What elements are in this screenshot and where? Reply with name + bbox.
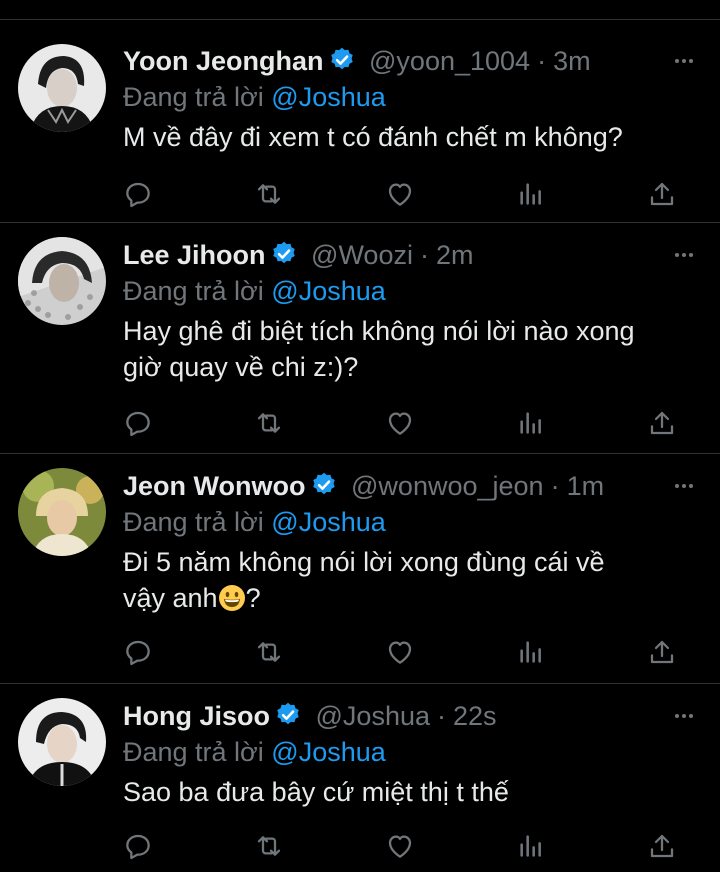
tweet[interactable]: Yoon Jeonghan @yoon_1004 · 3m Đang trả lời… (0, 20, 720, 222)
views-icon[interactable] (515, 830, 547, 862)
verified-badge-icon (328, 46, 356, 74)
replying-label: Đang trả lời (123, 82, 264, 112)
action-bar (0, 636, 720, 672)
avatar[interactable] (18, 44, 106, 132)
separator-dot: · (537, 46, 547, 76)
retweet-icon[interactable] (253, 407, 285, 439)
separator-dot: · (550, 471, 560, 501)
user-handle[interactable]: @Joshua (316, 701, 430, 731)
user-handle[interactable]: @yoon_1004 (369, 46, 530, 76)
views-icon[interactable] (515, 407, 547, 439)
separator-dot: · (437, 701, 446, 731)
replying-label: Đang trả lời (123, 737, 264, 767)
retweet-icon[interactable] (253, 178, 285, 210)
views-icon[interactable] (515, 178, 547, 210)
share-icon[interactable] (646, 407, 678, 439)
tweet[interactable]: Jeon Wonwoo @wonwoo_jeon · 1m Đang trả lời… (0, 454, 720, 683)
more-options-icon[interactable] (666, 468, 702, 504)
more-options-icon[interactable] (666, 43, 702, 79)
avatar[interactable] (18, 468, 106, 556)
timestamp[interactable]: 3m (553, 46, 591, 76)
tweet-text-fragment: vậy anh (123, 583, 218, 613)
replying-to: Đang trả lời @Joshua (123, 734, 702, 770)
replying-label: Đang trả lời (123, 507, 264, 537)
timestamp[interactable]: 22s (453, 701, 497, 731)
mention-link[interactable]: @Joshua (271, 507, 385, 537)
grinning-face-emoji (218, 584, 246, 612)
tweet-text-line: Đi 5 năm không nói lời xong đùng cái về (123, 547, 605, 577)
share-icon[interactable] (646, 178, 678, 210)
action-bar (0, 178, 720, 214)
share-icon[interactable] (646, 830, 678, 862)
reply-icon[interactable] (122, 178, 154, 210)
timestamp[interactable]: 2m (436, 240, 474, 270)
replying-to: Đang trả lời @Joshua (123, 273, 702, 309)
avatar[interactable] (18, 237, 106, 325)
action-bar (0, 407, 720, 443)
tweet-header: Lee Jihoon @Woozi · 2m (123, 237, 702, 273)
display-name[interactable]: Jeon Wonwoo (123, 471, 306, 501)
mention-link[interactable]: @Joshua (271, 737, 385, 767)
user-handle[interactable]: @wonwoo_jeon (351, 471, 544, 501)
verified-badge-icon (270, 240, 298, 268)
like-icon[interactable] (384, 178, 416, 210)
views-icon[interactable] (515, 636, 547, 668)
reply-icon[interactable] (122, 830, 154, 862)
action-bar (0, 830, 720, 866)
like-icon[interactable] (384, 636, 416, 668)
replying-to: Đang trả lời @Joshua (123, 504, 702, 540)
tweet-header: Jeon Wonwoo @wonwoo_jeon · 1m (123, 468, 702, 504)
retweet-icon[interactable] (253, 636, 285, 668)
mention-link[interactable]: @Joshua (271, 82, 385, 112)
mention-link[interactable]: @Joshua (271, 276, 385, 306)
display-name[interactable]: Yoon Jeonghan (123, 46, 324, 76)
verified-badge-icon (274, 701, 302, 729)
retweet-icon[interactable] (253, 830, 285, 862)
avatar[interactable] (18, 698, 106, 786)
like-icon[interactable] (384, 830, 416, 862)
tweet-text-line: Sao ba đưa bây cứ miệt thị t thế (123, 777, 509, 807)
tweet-text: Đi 5 năm không nói lời xong đùng cái về … (123, 544, 702, 616)
verified-badge-icon (310, 471, 338, 499)
reply-icon[interactable] (122, 636, 154, 668)
share-icon[interactable] (646, 636, 678, 668)
tweet-header: Yoon Jeonghan @yoon_1004 · 3m (123, 43, 702, 79)
tweet-text-line: Hay ghê đi biệt tích không nói lời nào x… (123, 316, 635, 346)
tweet-text-line: giờ quay về chi z:)? (123, 352, 359, 382)
tweet[interactable]: Hong Jisoo @Joshua · 22s Đang trả lời @Jos… (0, 684, 720, 872)
reply-icon[interactable] (122, 407, 154, 439)
tweet-text-fragment: ? (245, 583, 261, 613)
tweet-header: Hong Jisoo @Joshua · 22s (123, 698, 702, 734)
like-icon[interactable] (384, 407, 416, 439)
tweet-text: M về đây đi xem t có đánh chết m không? (123, 119, 702, 155)
tweet-text: Hay ghê đi biệt tích không nói lời nào x… (123, 313, 702, 385)
tweet-text: Sao ba đưa bây cứ miệt thị t thế (123, 774, 702, 810)
tweet[interactable]: Lee Jihoon @Woozi · 2m Đang trả lời @Joshu… (0, 223, 720, 453)
more-options-icon[interactable] (666, 698, 702, 734)
display-name[interactable]: Lee Jihoon (123, 240, 266, 270)
display-name[interactable]: Hong Jisoo (123, 701, 270, 731)
user-handle[interactable]: @Woozi (311, 240, 413, 270)
tweet-text-line: M về đây đi xem t có đánh chết m không? (123, 122, 623, 152)
tweet-text-line-with-emoji: vậy anh? (123, 580, 702, 616)
replying-to: Đang trả lời @Joshua (123, 79, 702, 115)
separator-dot: · (419, 240, 429, 270)
more-options-icon[interactable] (666, 237, 702, 273)
timestamp[interactable]: 1m (567, 471, 605, 501)
replying-label: Đang trả lời (123, 276, 264, 306)
